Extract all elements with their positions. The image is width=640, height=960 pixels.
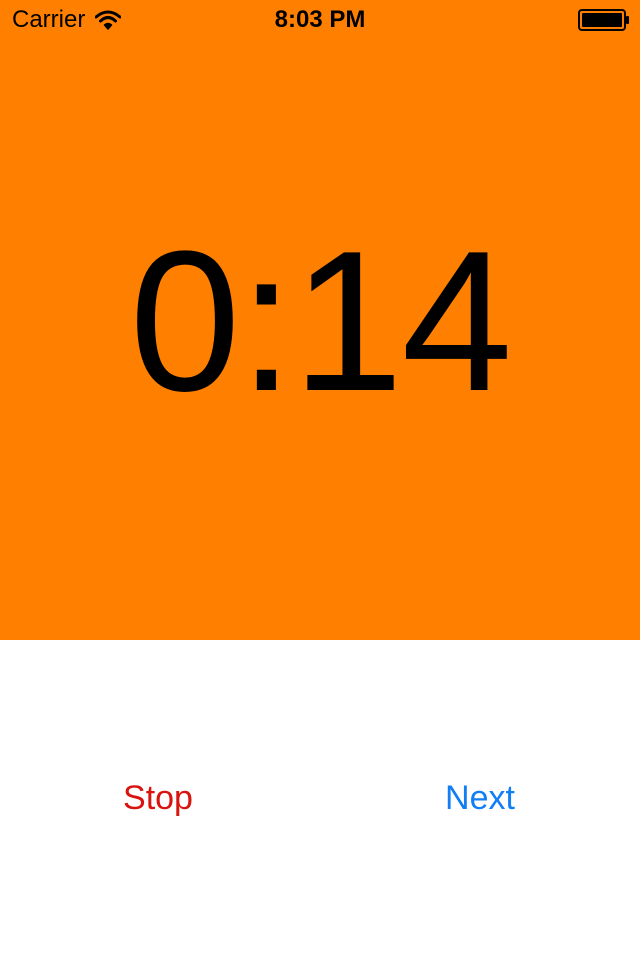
controls-panel: Stop Next <box>0 640 640 960</box>
status-time: 8:03 PM <box>274 6 366 33</box>
next-button[interactable]: Next <box>380 778 580 818</box>
timer-display: 0:14 <box>129 210 512 433</box>
timer-panel: Carrier 8:03 PM 0:14 <box>0 0 640 640</box>
status-bar: Carrier 8:03 PM <box>0 0 640 40</box>
stop-button[interactable]: Stop <box>58 778 258 818</box>
battery-full-icon <box>578 9 629 31</box>
